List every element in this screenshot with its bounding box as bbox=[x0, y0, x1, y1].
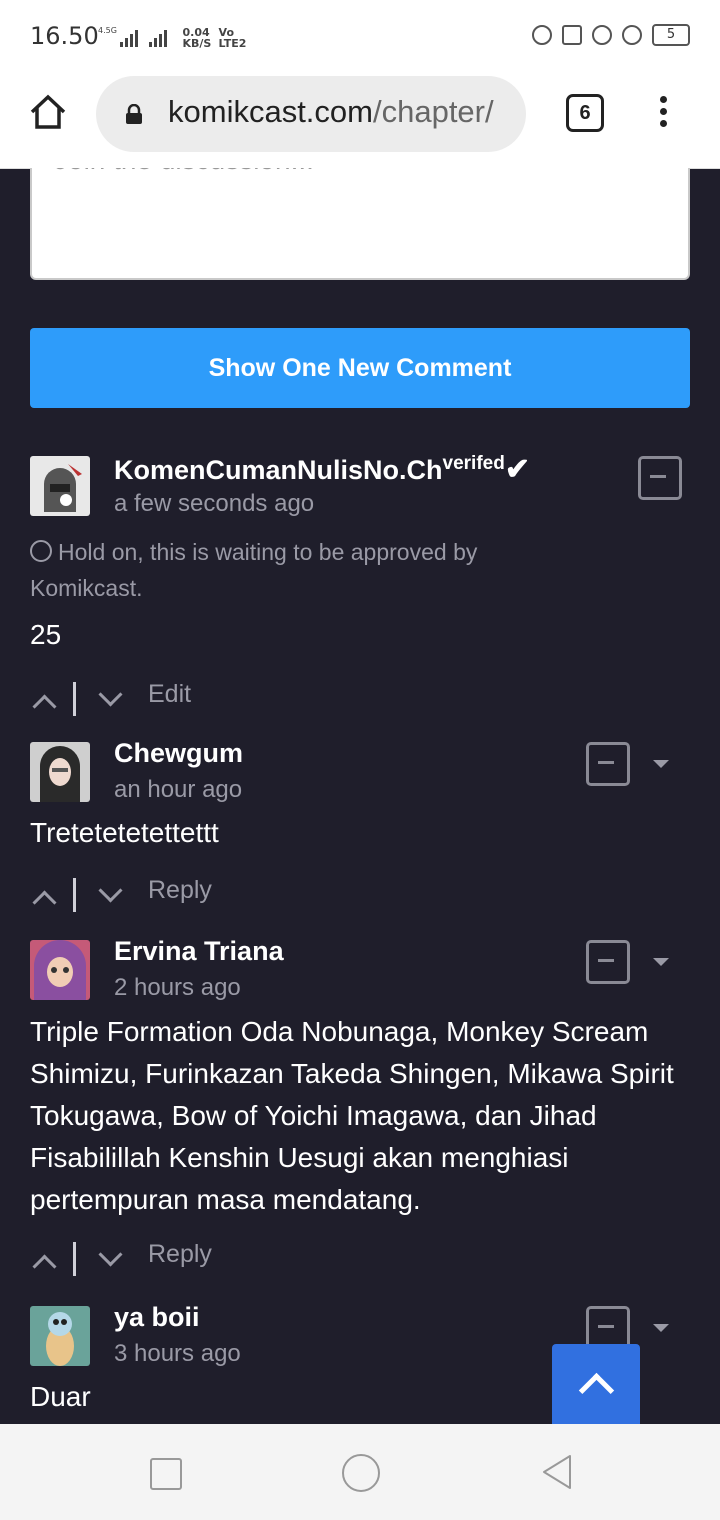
verified-badge: verifed bbox=[442, 453, 505, 474]
vote-divider bbox=[73, 682, 76, 716]
status-bar: 16.50 4.5G 0.04 KB/S Vo LTE2 5 bbox=[0, 0, 720, 76]
edit-link[interactable]: Edit bbox=[148, 680, 191, 709]
verified-check-icon: ✔ bbox=[504, 453, 530, 486]
notification-icon bbox=[562, 25, 582, 45]
lock-icon bbox=[126, 104, 142, 124]
avatar[interactable] bbox=[30, 456, 90, 516]
avatar[interactable] bbox=[30, 1306, 90, 1366]
upvote-icon[interactable] bbox=[32, 694, 57, 719]
signal-icon bbox=[120, 29, 142, 47]
home-nav-icon[interactable] bbox=[342, 1454, 380, 1492]
comment-author[interactable]: KomenCumanNulisNo.Chverifed✔ bbox=[114, 452, 530, 487]
status-time: 16.50 bbox=[30, 22, 99, 50]
comment-body: Triple Formation Oda Nobunaga, Monkey Sc… bbox=[30, 1016, 674, 1215]
reply-link[interactable]: Reply bbox=[148, 1240, 212, 1269]
collapse-button[interactable] bbox=[638, 456, 682, 500]
vote-divider bbox=[73, 878, 76, 912]
comment-body: Duar bbox=[30, 1381, 91, 1412]
home-icon[interactable] bbox=[28, 92, 68, 132]
status-icons: 5 bbox=[532, 24, 690, 46]
clock-icon bbox=[30, 540, 52, 562]
comment-time[interactable]: 2 hours ago bbox=[114, 974, 241, 1002]
downvote-icon[interactable] bbox=[98, 682, 123, 707]
volte-indicator: Vo LTE2 bbox=[218, 25, 247, 50]
downvote-icon[interactable] bbox=[98, 1242, 123, 1267]
comment-author[interactable]: Ervina Triana bbox=[114, 936, 284, 967]
avatar[interactable] bbox=[30, 742, 90, 802]
avatar[interactable] bbox=[30, 940, 90, 1000]
comment-author[interactable]: Chewgum bbox=[114, 738, 243, 769]
url-text: komikcast.com/chapter/ bbox=[168, 94, 494, 129]
scroll-to-top-button[interactable] bbox=[552, 1344, 640, 1424]
signal-icon-2 bbox=[149, 29, 171, 47]
comment-body: 25 bbox=[30, 619, 62, 650]
comment-time[interactable]: an hour ago bbox=[114, 776, 242, 804]
reply-link[interactable]: Reply bbox=[148, 876, 212, 905]
upvote-icon[interactable] bbox=[32, 1254, 57, 1279]
alarm-icon bbox=[622, 25, 642, 45]
comment-time[interactable]: a few seconds ago bbox=[114, 490, 314, 518]
comment-body: Tretetetetettettt bbox=[30, 817, 219, 848]
comment-time[interactable]: 3 hours ago bbox=[114, 1340, 241, 1368]
caret-down-icon[interactable] bbox=[653, 958, 669, 966]
collapse-button[interactable] bbox=[586, 742, 630, 786]
caret-down-icon[interactable] bbox=[653, 1324, 669, 1332]
comment-input[interactable]: Join the discussion... bbox=[30, 168, 690, 280]
comment-author[interactable]: ya boii bbox=[114, 1302, 200, 1333]
back-nav-icon[interactable] bbox=[540, 1454, 574, 1490]
overflow-menu-icon[interactable] bbox=[654, 92, 674, 132]
vibrate-icon bbox=[532, 25, 552, 45]
collapse-button[interactable] bbox=[586, 940, 630, 984]
network-speed: 0.04 KB/S bbox=[182, 25, 212, 50]
lock-rotation-icon bbox=[592, 25, 612, 45]
network-indicators: 4.5G 0.04 KB/S Vo LTE2 bbox=[98, 26, 246, 49]
address-bar[interactable]: komikcast.com/chapter/ bbox=[96, 76, 526, 152]
system-nav-bar bbox=[0, 1424, 720, 1520]
battery-indicator: 5 bbox=[652, 24, 690, 46]
chevron-up-icon bbox=[578, 1372, 615, 1409]
recent-apps-icon[interactable] bbox=[150, 1458, 182, 1490]
pending-approval-notice: Hold on, this is waiting to be approved … bbox=[30, 539, 478, 601]
downvote-icon[interactable] bbox=[98, 878, 123, 903]
comment-placeholder: Join the discussion... bbox=[54, 168, 314, 176]
tab-switcher-button[interactable]: 6 bbox=[566, 94, 604, 132]
upvote-icon[interactable] bbox=[32, 890, 57, 915]
vote-divider bbox=[73, 1242, 76, 1276]
browser-toolbar: komikcast.com/chapter/ 6 bbox=[0, 76, 720, 169]
show-new-comment-button[interactable]: Show One New Comment bbox=[30, 328, 690, 408]
caret-down-icon[interactable] bbox=[653, 760, 669, 768]
network-type: 4.5G bbox=[98, 26, 117, 35]
